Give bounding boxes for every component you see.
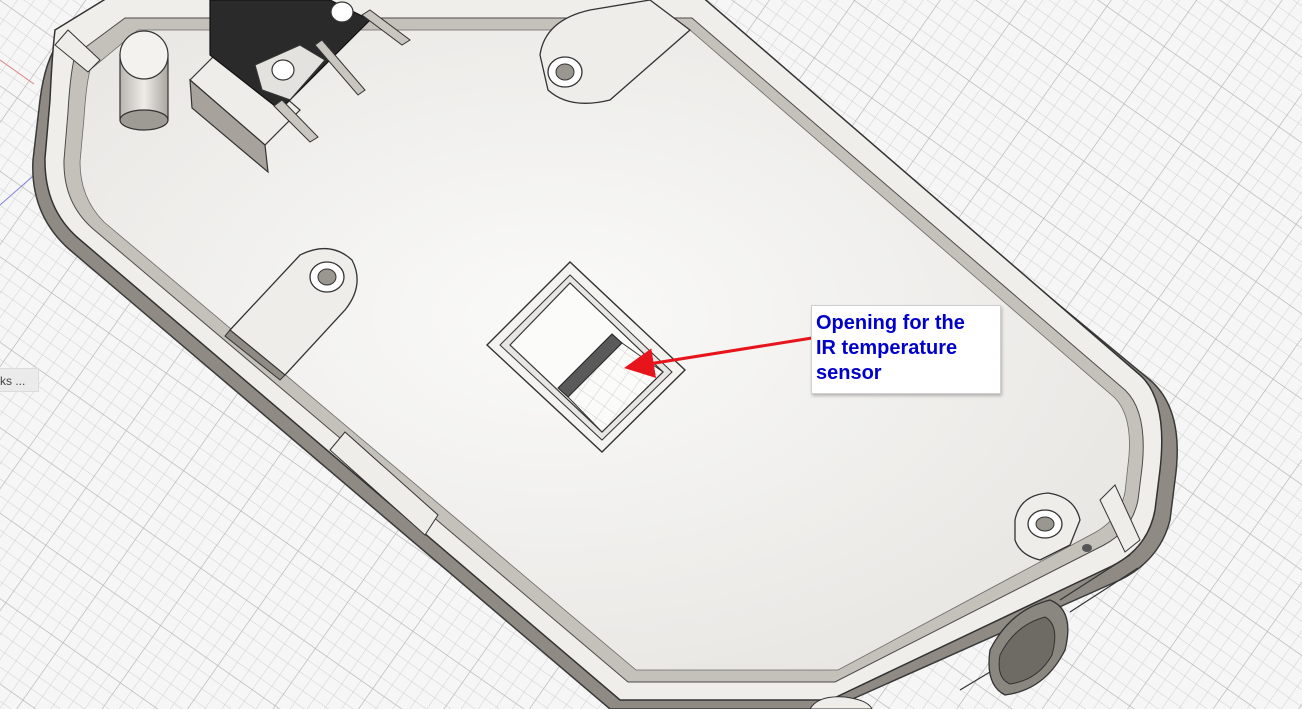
enclosure-model-view[interactable] — [0, 0, 1302, 709]
cad-viewport[interactable]: ks ... Opening for the IR temperature se… — [0, 0, 1302, 709]
annotation-callout: Opening for the IR temperature sensor — [811, 305, 1001, 394]
standoff-post[interactable] — [119, 30, 169, 131]
browser-chip-label: ks ... — [0, 374, 26, 388]
browser-chip[interactable]: ks ... — [0, 368, 39, 392]
annotation-text: Opening for the IR temperature sensor — [816, 312, 965, 384]
